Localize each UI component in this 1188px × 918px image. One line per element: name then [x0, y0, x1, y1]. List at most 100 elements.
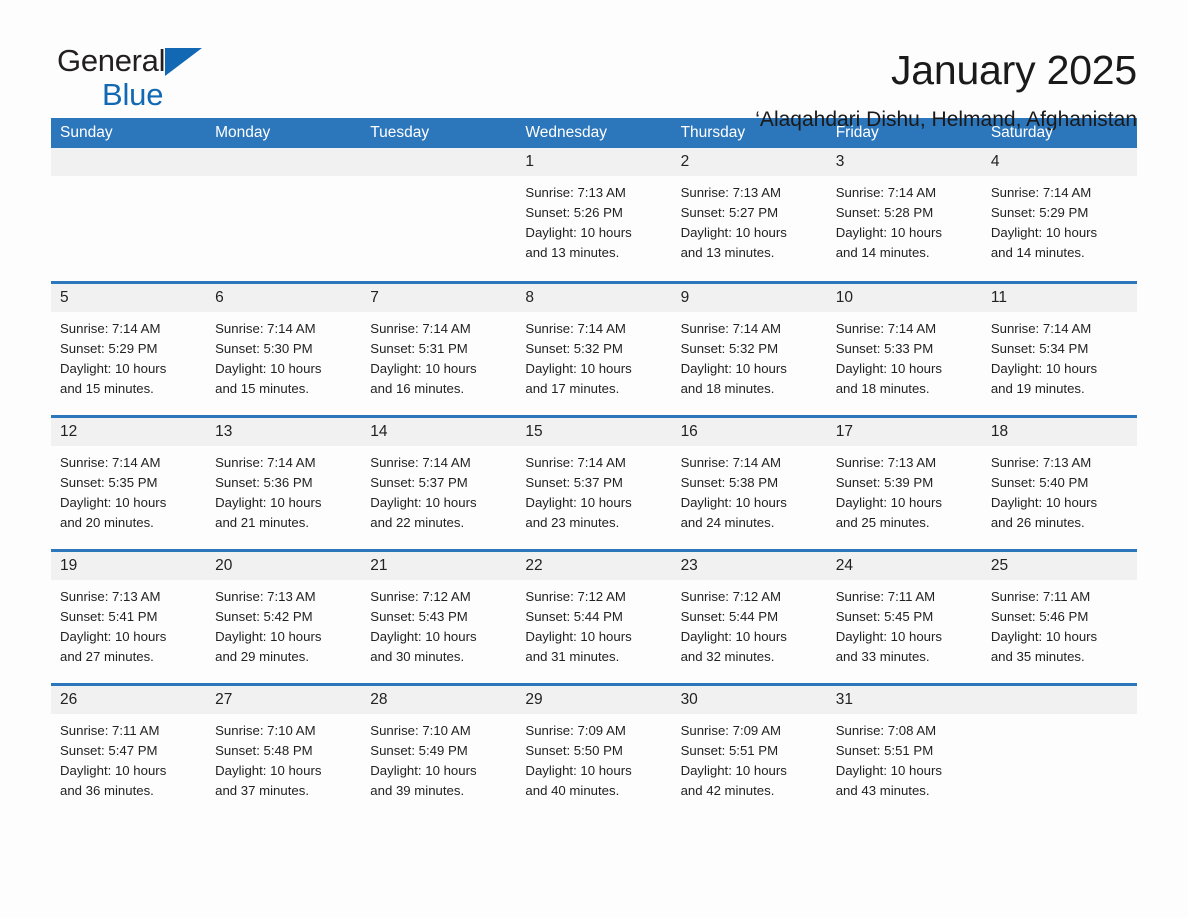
calendar-day-cell[interactable]: 8 Sunrise: 7:14 AM Sunset: 5:32 PM Daylight… [516, 280, 672, 416]
sunrise-text: Sunrise: 7:11 AM [60, 722, 160, 738]
calendar-day-cell[interactable]: 31 Sunrise: 7:08 AM Sunset: 5:51 PM Dayligh… [826, 682, 982, 818]
daylight-text-line1: Daylight: 10 hours [835, 225, 942, 240]
calendar-body: 1 Sunrise: 7:13 AM Sunset: 5:26 PM Daylight… [51, 148, 1137, 818]
daylight-text-line2: and 32 minutes. [680, 648, 775, 664]
sunset-text: Sunset: 5:44 PM [680, 608, 779, 624]
sunrise-text: Sunrise: 7:13 AM [215, 588, 316, 604]
daylight-text-line1: Daylight: 10 hours [215, 360, 322, 376]
title-block: January 2025 ‘Alaqahdari Dishu, Helmand,… [755, 44, 1137, 132]
calendar-day-cell[interactable]: 13 Sunrise: 7:14 AM Sunset: 5:36 PM Dayligh… [206, 414, 362, 550]
daylight-text-line1: Daylight: 10 hours [525, 628, 632, 644]
weekday-header-sunday: Sunday [51, 118, 207, 148]
day-details: Sunrise: 7:08 AM Sunset: 5:51 PM Daylight:… [827, 714, 982, 801]
calendar-day-cell[interactable]: 29 Sunrise: 7:09 AM Sunset: 5:50 PM Dayligh… [516, 682, 672, 818]
day-number: 13 [206, 417, 362, 446]
sunset-text: Sunset: 5:47 PM [60, 742, 158, 758]
day-number: 10 [826, 283, 982, 312]
sunrise-text: Sunrise: 7:13 AM [525, 185, 626, 200]
calendar-day-cell[interactable]: 5 Sunrise: 7:14 AM Sunset: 5:29 PM Daylight… [51, 280, 207, 416]
calendar-day-cell[interactable]: 30 Sunrise: 7:09 AM Sunset: 5:51 PM Dayligh… [671, 682, 827, 818]
calendar-day-cell[interactable]: 27 Sunrise: 7:10 AM Sunset: 5:48 PM Dayligh… [206, 682, 362, 818]
calendar-day-cell[interactable]: 23 Sunrise: 7:12 AM Sunset: 5:44 PM Dayligh… [671, 548, 827, 684]
calendar-day-cell[interactable]: 17 Sunrise: 7:13 AM Sunset: 5:39 PM Dayligh… [826, 414, 982, 550]
sunset-text: Sunset: 5:42 PM [215, 608, 313, 624]
calendar-day-cell[interactable]: 12 Sunrise: 7:14 AM Sunset: 5:35 PM Dayligh… [51, 414, 207, 550]
calendar-cell-empty [206, 148, 362, 282]
day-details: Sunrise: 7:14 AM Sunset: 5:29 PM Daylight:… [982, 176, 1137, 263]
day-number: 14 [361, 417, 517, 446]
daylight-text-line2: and 14 minutes. [835, 245, 930, 260]
calendar-week-row: 26 Sunrise: 7:11 AM Sunset: 5:47 PM Dayligh… [51, 682, 1137, 818]
sunrise-text: Sunrise: 7:13 AM [60, 588, 161, 604]
daylight-text-line1: Daylight: 10 hours [215, 762, 322, 778]
calendar-day-cell[interactable]: 10 Sunrise: 7:14 AM Sunset: 5:33 PM Dayligh… [826, 280, 982, 416]
daylight-text-line1: Daylight: 10 hours [525, 225, 632, 240]
calendar-day-cell[interactable]: 3 Sunrise: 7:14 AM Sunset: 5:28 PM Daylight… [826, 148, 982, 282]
day-details: Sunrise: 7:09 AM Sunset: 5:50 PM Daylight:… [516, 714, 671, 801]
sunrise-text: Sunrise: 7:14 AM [215, 320, 316, 336]
day-details: Sunrise: 7:12 AM Sunset: 5:44 PM Daylight:… [516, 580, 671, 667]
calendar-day-cell[interactable]: 21 Sunrise: 7:12 AM Sunset: 5:43 PM Dayligh… [361, 548, 517, 684]
calendar-day-cell[interactable]: 20 Sunrise: 7:13 AM Sunset: 5:42 PM Dayligh… [206, 548, 362, 684]
daylight-text-line2: and 18 minutes. [680, 380, 775, 396]
daylight-text-line1: Daylight: 10 hours [60, 494, 167, 510]
day-number: 22 [516, 551, 672, 580]
calendar-day-cell[interactable]: 24 Sunrise: 7:11 AM Sunset: 5:45 PM Dayligh… [826, 548, 982, 684]
daylight-text-line2: and 42 minutes. [680, 782, 775, 798]
day-number: 16 [671, 417, 827, 446]
sunset-text: Sunset: 5:48 PM [215, 742, 313, 758]
daylight-text-line1: Daylight: 10 hours [370, 360, 477, 376]
calendar-day-cell[interactable]: 7 Sunrise: 7:14 AM Sunset: 5:31 PM Daylight… [361, 280, 517, 416]
calendar-day-cell[interactable]: 18 Sunrise: 7:13 AM Sunset: 5:40 PM Dayligh… [981, 414, 1137, 550]
day-number: 19 [51, 551, 207, 580]
calendar-day-cell[interactable]: 2 Sunrise: 7:13 AM Sunset: 5:27 PM Daylight… [671, 148, 827, 282]
calendar-day-cell[interactable]: 11 Sunrise: 7:14 AM Sunset: 5:34 PM Dayligh… [981, 280, 1137, 416]
daylight-text-line1: Daylight: 10 hours [835, 360, 942, 376]
triangle-icon [165, 48, 203, 76]
daylight-text-line1: Daylight: 10 hours [990, 360, 1098, 376]
day-details: Sunrise: 7:13 AM Sunset: 5:39 PM Daylight:… [827, 446, 982, 533]
logo-top-row: General [57, 44, 207, 78]
daylight-text-line2: and 19 minutes. [990, 380, 1085, 396]
daylight-text-line2: and 27 minutes. [60, 648, 154, 664]
day-details: Sunrise: 7:13 AM Sunset: 5:42 PM Daylight:… [206, 580, 361, 667]
calendar-day-cell[interactable]: 9 Sunrise: 7:14 AM Sunset: 5:32 PM Daylight… [671, 280, 827, 416]
calendar-day-cell[interactable]: 16 Sunrise: 7:14 AM Sunset: 5:38 PM Dayligh… [671, 414, 827, 550]
sunrise-text: Sunrise: 7:14 AM [60, 454, 161, 470]
sunrise-text: Sunrise: 7:14 AM [370, 454, 471, 470]
calendar-day-cell[interactable]: 4 Sunrise: 7:14 AM Sunset: 5:29 PM Daylight… [981, 148, 1137, 282]
sunset-text: Sunset: 5:51 PM [680, 742, 779, 758]
calendar-day-cell[interactable]: 19 Sunrise: 7:13 AM Sunset: 5:41 PM Dayligh… [51, 548, 207, 684]
day-details: Sunrise: 7:12 AM Sunset: 5:43 PM Daylight:… [361, 580, 516, 667]
calendar-day-cell[interactable]: 6 Sunrise: 7:14 AM Sunset: 5:30 PM Daylight… [206, 280, 362, 416]
daylight-text-line2: and 29 minutes. [215, 648, 309, 664]
daylight-text-line1: Daylight: 10 hours [215, 494, 322, 510]
calendar-day-cell[interactable]: 25 Sunrise: 7:11 AM Sunset: 5:46 PM Dayligh… [981, 548, 1137, 684]
sunset-text: Sunset: 5:50 PM [525, 742, 623, 758]
daylight-text-line2: and 15 minutes. [60, 380, 154, 396]
general-blue-logo[interactable]: General Blue [57, 44, 207, 114]
sunrise-text: Sunrise: 7:14 AM [525, 320, 626, 336]
calendar-day-cell[interactable]: 26 Sunrise: 7:11 AM Sunset: 5:47 PM Dayligh… [51, 682, 207, 818]
day-details: Sunrise: 7:11 AM Sunset: 5:46 PM Daylight:… [982, 580, 1137, 667]
day-details: Sunrise: 7:14 AM Sunset: 5:35 PM Daylight:… [51, 446, 206, 533]
daylight-text-line2: and 25 minutes. [835, 514, 930, 530]
daylight-text-line2: and 26 minutes. [990, 514, 1085, 530]
sunset-text: Sunset: 5:32 PM [680, 340, 779, 356]
sunset-text: Sunset: 5:36 PM [215, 474, 313, 490]
day-details: Sunrise: 7:11 AM Sunset: 5:47 PM Daylight:… [51, 714, 206, 801]
calendar-day-cell[interactable]: 28 Sunrise: 7:10 AM Sunset: 5:49 PM Dayligh… [361, 682, 517, 818]
day-details: Sunrise: 7:13 AM Sunset: 5:26 PM Daylight:… [516, 176, 671, 263]
calendar-cell-empty [51, 148, 207, 282]
calendar-day-cell[interactable]: 1 Sunrise: 7:13 AM Sunset: 5:26 PM Daylight… [516, 148, 672, 282]
calendar-week-row: 5 Sunrise: 7:14 AM Sunset: 5:29 PM Daylight… [51, 280, 1137, 416]
calendar-day-cell[interactable]: 15 Sunrise: 7:14 AM Sunset: 5:37 PM Dayligh… [516, 414, 672, 550]
daylight-text-line1: Daylight: 10 hours [60, 628, 167, 644]
sunrise-text: Sunrise: 7:12 AM [370, 588, 471, 604]
day-details: Sunrise: 7:14 AM Sunset: 5:38 PM Daylight:… [672, 446, 827, 533]
sunset-text: Sunset: 5:51 PM [835, 742, 934, 758]
sunset-text: Sunset: 5:31 PM [370, 340, 468, 356]
calendar-day-cell[interactable]: 14 Sunrise: 7:14 AM Sunset: 5:37 PM Dayligh… [361, 414, 517, 550]
sunrise-text: Sunrise: 7:14 AM [835, 320, 937, 336]
calendar-day-cell[interactable]: 22 Sunrise: 7:12 AM Sunset: 5:44 PM Dayligh… [516, 548, 672, 684]
